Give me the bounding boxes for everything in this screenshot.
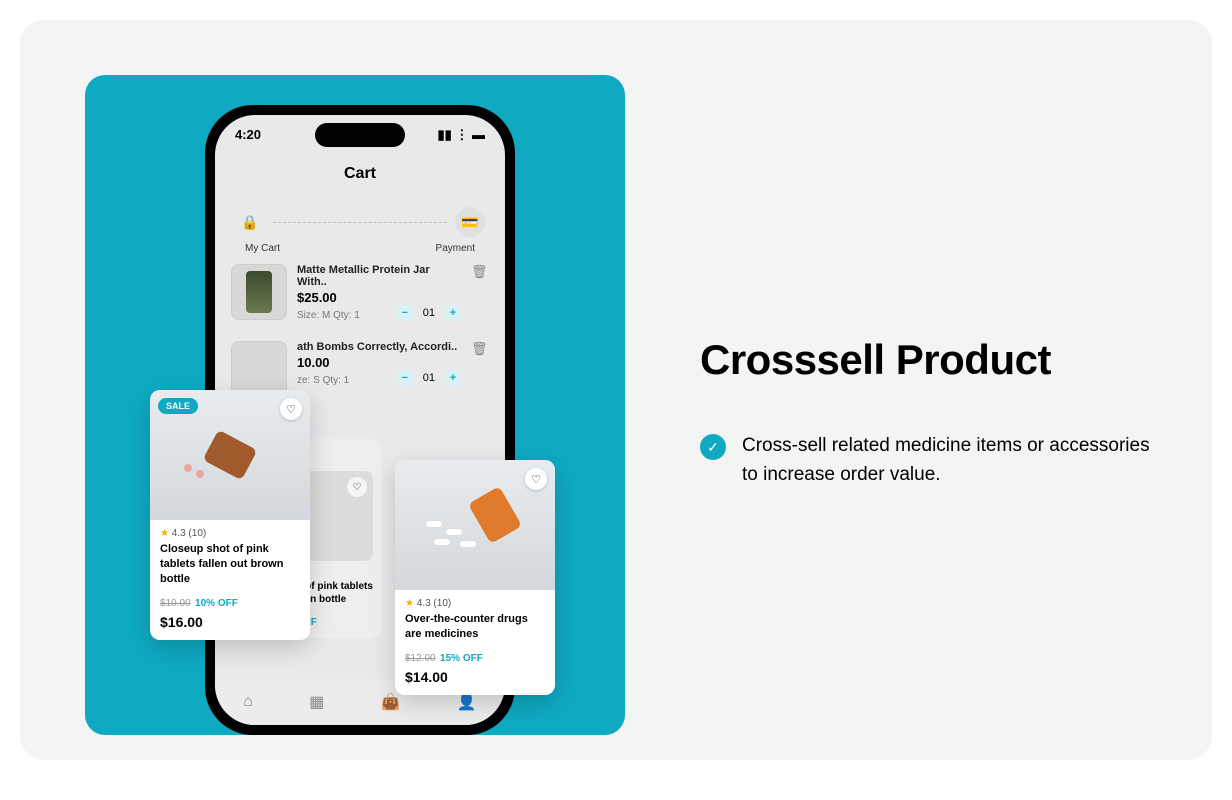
tab-grid-icon[interactable]: ▦ <box>309 692 324 712</box>
checkout-steps: 🔒 💳 <box>235 207 485 237</box>
sale-badge: SALE <box>158 398 198 414</box>
qty-value: 01 <box>423 307 435 319</box>
card-rating: ★ 4.3 (10) <box>160 528 300 539</box>
step-cart-icon: 🔒 <box>235 207 265 237</box>
tab-home-icon[interactable]: ⌂ <box>243 693 253 711</box>
card-price: $16.00 <box>160 614 300 630</box>
promo-canvas: 4:20 ▮▮ ⋮ ▬ Cart 🔒 💳 My Cart Payment Ma <box>20 20 1212 760</box>
tab-profile-icon[interactable]: 👤 <box>457 692 477 712</box>
bullet-text: Cross-sell related medicine items or acc… <box>742 432 1160 489</box>
step-cart-label: My Cart <box>245 243 280 254</box>
notch <box>315 123 405 147</box>
step-payment-icon: 💳 <box>455 207 485 237</box>
cart-item-body: Matte Metallic Protein Jar With.. $25.00… <box>297 264 461 321</box>
qty-value: 01 <box>423 372 435 384</box>
card-old-price: $12.00 <box>405 653 436 664</box>
heart-icon[interactable]: ♡ <box>280 398 302 420</box>
qty-plus[interactable]: + <box>445 370 461 386</box>
product-thumb <box>231 341 287 397</box>
right-content: Crosssell Product ✓ Cross-sell related m… <box>700 336 1160 489</box>
card-discount: 10% OFF <box>195 598 238 609</box>
cart-item-body: ath Bombs Correctly, Accordi.. 10.00 ze:… <box>297 341 461 386</box>
product-thumb <box>231 264 287 320</box>
trash-icon[interactable]: 🗑 <box>471 264 489 282</box>
crosssell-card[interactable]: SALE ♡ ★ 4.3 (10) Closeup shot of pink t… <box>150 390 310 640</box>
left-panel: 4:20 ▮▮ ⋮ ▬ Cart 🔒 💳 My Cart Payment Ma <box>85 75 625 735</box>
cart-item-title: Matte Metallic Protein Jar With.. <box>297 264 461 288</box>
cart-item-title: ath Bombs Correctly, Accordi.. <box>297 341 461 353</box>
screen-title: Cart <box>215 165 505 183</box>
cart-item-price: $25.00 <box>297 290 461 305</box>
cart-item-price: 10.00 <box>297 355 461 370</box>
qty-minus[interactable]: − <box>397 305 413 321</box>
step-labels: My Cart Payment <box>215 243 505 254</box>
qty-stepper: − 01 + <box>397 370 461 386</box>
card-old-price: $10.00 <box>160 598 191 609</box>
qty-stepper: − 01 + <box>397 305 461 321</box>
cart-item-meta: ze: S Qty: 1 <box>297 375 349 386</box>
cart-item-meta: Size: M Qty: 1 <box>297 310 360 321</box>
card-image: SALE ♡ <box>150 390 310 520</box>
heart-icon[interactable]: ♡ <box>525 468 547 490</box>
step-divider <box>273 222 447 223</box>
card-price: $14.00 <box>405 669 545 685</box>
headline: Crosssell Product <box>700 336 1160 384</box>
qty-plus[interactable]: + <box>445 305 461 321</box>
tab-cart-icon[interactable]: 👜 <box>381 692 401 712</box>
status-time: 4:20 <box>235 127 261 143</box>
status-icons: ▮▮ ⋮ ▬ <box>437 127 485 143</box>
trash-icon[interactable]: 🗑 <box>471 341 489 359</box>
card-title: Closeup shot of pink tablets fallen out … <box>160 542 300 587</box>
crosssell-card[interactable]: ♡ ★ 4.3 (10) Over-the-counter drugs are … <box>395 460 555 695</box>
step-payment-label: Payment <box>436 243 475 254</box>
feature-bullet: ✓ Cross-sell related medicine items or a… <box>700 432 1160 489</box>
heart-icon[interactable]: ♡ <box>347 477 367 497</box>
qty-minus[interactable]: − <box>397 370 413 386</box>
card-discount: 15% OFF <box>440 653 483 664</box>
card-title: Over-the-counter drugs are medicines <box>405 612 545 642</box>
card-image: ♡ <box>395 460 555 590</box>
check-icon: ✓ <box>700 434 726 460</box>
cart-item: Matte Metallic Protein Jar With.. $25.00… <box>215 254 505 331</box>
card-rating: ★ 4.3 (10) <box>405 598 545 609</box>
